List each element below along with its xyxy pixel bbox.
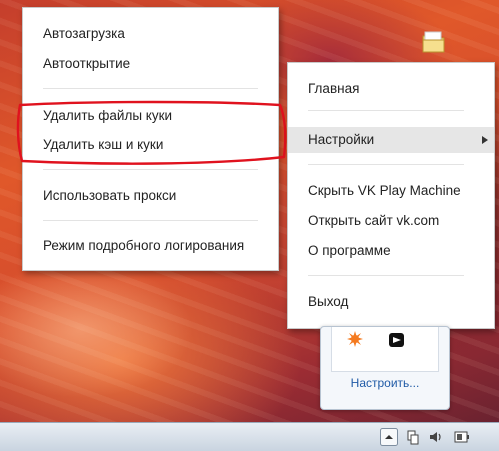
power-icon[interactable]	[452, 429, 470, 445]
tray-overflow-popup: Настроить...	[320, 326, 450, 410]
menu-separator	[43, 220, 258, 221]
taskbar	[0, 422, 499, 451]
menu-separator	[43, 169, 258, 170]
volume-icon[interactable]	[428, 429, 444, 445]
avast-icon[interactable]	[346, 330, 364, 348]
tray-context-menu: Главная Настройки Скрыть VK Play Machine…	[287, 62, 495, 329]
menu-item-autoopen[interactable]: Автооткрытие	[23, 51, 278, 77]
menu-item-verbose-logging[interactable]: Режим подробного логирования	[23, 233, 278, 259]
menu-item-autostart[interactable]: Автозагрузка	[23, 21, 278, 47]
menu-item-home[interactable]: Главная	[288, 76, 494, 102]
menu-item-exit[interactable]: Выход	[288, 289, 494, 315]
menu-separator	[308, 275, 464, 276]
menu-separator	[308, 110, 464, 111]
menu-item-about[interactable]: О программе	[288, 238, 494, 264]
network-icon[interactable]	[405, 429, 421, 445]
menu-item-delete-cookies[interactable]: Удалить файлы куки	[23, 103, 278, 129]
settings-submenu: Автозагрузка Автооткрытие Удалить файлы …	[22, 7, 279, 271]
menu-separator	[43, 88, 258, 89]
tray-overflow-icons	[331, 327, 439, 372]
menu-separator	[308, 164, 464, 165]
folder-icon[interactable]	[420, 28, 448, 56]
submenu-arrow-icon	[482, 136, 488, 144]
tray-expand-icon[interactable]	[380, 428, 398, 446]
menu-item-settings-label: Настройки	[308, 132, 375, 147]
configure-tray-link[interactable]: Настроить...	[321, 375, 449, 391]
menu-item-hide-app[interactable]: Скрыть VK Play Machine	[288, 178, 494, 204]
menu-item-delete-cache-cookies[interactable]: Удалить кэш и куки	[23, 132, 278, 158]
menu-item-open-site[interactable]: Открыть сайт vk.com	[288, 208, 494, 234]
menu-item-use-proxy[interactable]: Использовать прокси	[23, 183, 278, 209]
vk-play-icon[interactable]	[388, 331, 406, 349]
menu-item-settings[interactable]: Настройки	[288, 127, 494, 153]
